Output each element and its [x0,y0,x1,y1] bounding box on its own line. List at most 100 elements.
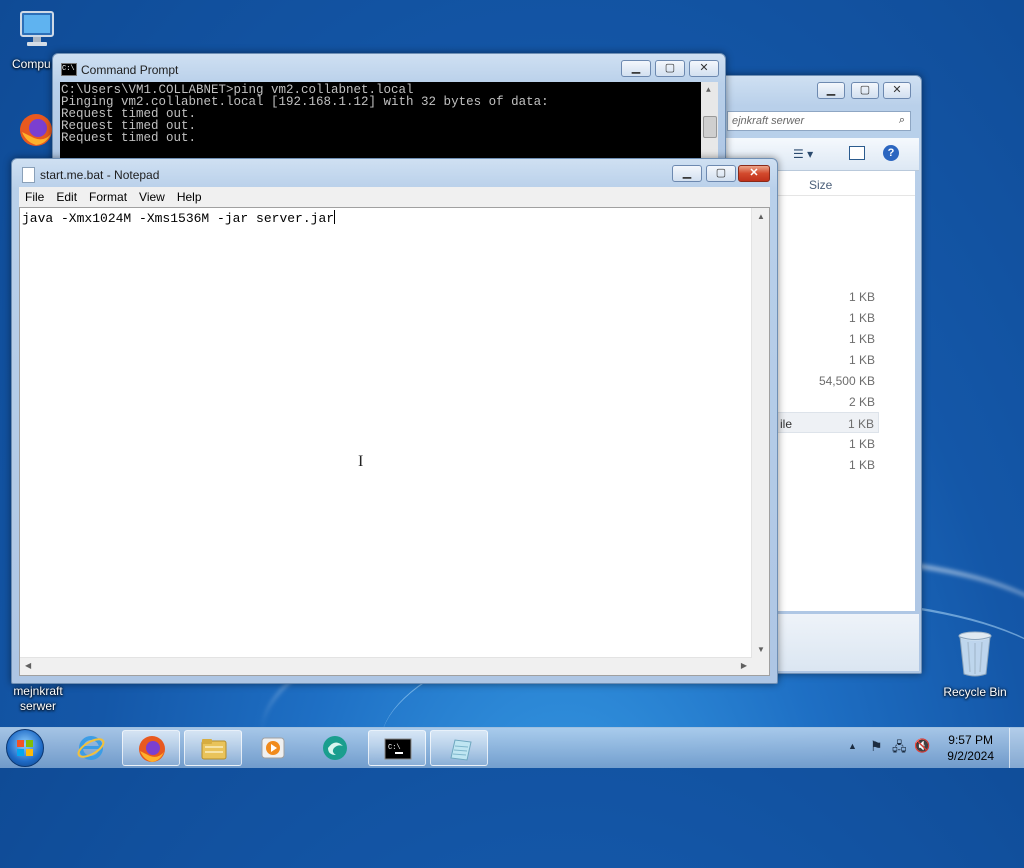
file-size: 1 KB [848,332,875,346]
help-icon[interactable]: ? [883,145,899,161]
file-size: 1 KB [848,353,875,367]
scroll-up-icon[interactable]: ▲ [706,85,711,97]
scroll-up-icon[interactable]: ▲ [757,212,765,221]
desktop-icon-label: Recycle Bin [943,685,1007,699]
minimize-button[interactable]: ▁ [621,60,651,77]
text-caret [334,210,336,224]
command-prompt-window[interactable]: C:\ Command Prompt ▁ ▢ ✕ C:\Users\VM1.CO… [52,53,726,165]
search-icon[interactable]: ⌕ [899,114,905,127]
taskbar-media-player[interactable] [244,730,302,766]
network-icon[interactable]: 🖧 [892,738,907,760]
internet-explorer-icon [77,736,105,760]
scroll-down-icon[interactable]: ▼ [757,645,765,654]
close-icon: ✕ [892,84,902,96]
file-row[interactable]: 1 KB [775,454,879,475]
app-icon [323,736,347,760]
close-icon: ✕ [699,62,709,74]
search-input[interactable]: ejnkraft serwer ⌕ [727,111,911,131]
start-button[interactable] [6,729,44,767]
taskbar-command-prompt[interactable]: C:\ [368,730,426,766]
minimize-icon: ▁ [631,62,641,74]
firefox-icon [139,736,165,762]
vertical-scrollbar[interactable]: ▲ ▼ [751,208,769,658]
scroll-right-icon[interactable]: ▶ [741,661,747,670]
file-row[interactable]: 1 KB [775,328,879,349]
scroll-left-icon[interactable]: ◀ [25,661,31,670]
clock-date: 9/2/2024 [947,749,994,763]
file-row[interactable]: 54,500 KB [775,370,879,391]
desktop-icon-mejnkraft-serwer[interactable]: mejnkraft serwer [1,682,75,714]
desktop-icon-recycle-bin[interactable]: Recycle Bin [938,628,1012,700]
action-center-flag-icon[interactable]: ⚑ [870,738,883,755]
menu-view[interactable]: View [133,187,171,204]
minimize-icon: ▁ [682,167,692,179]
editor-text: java -Xmx1024M -Xms1536M -jar server.jar [22,211,335,226]
close-button[interactable]: ✕ [689,60,719,77]
explorer-titlebar[interactable]: ▁ ▢ ✕ [721,76,921,104]
file-size: 1 KB [848,311,875,325]
taskbar-explorer[interactable] [184,730,242,766]
file-size: 1 KB [848,290,875,304]
preview-pane-icon[interactable] [849,146,865,160]
minimize-button[interactable]: ▁ [672,165,702,182]
file-row[interactable]: 2 KB [775,391,879,412]
scroll-thumb[interactable] [703,116,717,138]
menu-file[interactable]: File [19,187,50,204]
text-editor[interactable]: java -Xmx1024M -Xms1536M -jar server.jar… [19,207,770,676]
file-size: 1 KB [847,417,874,431]
show-desktop-button[interactable] [1009,728,1024,768]
file-size: 1 KB [848,437,875,451]
console-scrollbar[interactable]: ▲ [701,82,718,164]
console-line: Request timed out. [61,131,197,145]
maximize-icon: ▢ [664,62,676,74]
firefox-icon [20,114,52,146]
size-column-header[interactable]: Size [809,178,832,192]
editor-content[interactable]: java -Xmx1024M -Xms1536M -jar server.jar [22,210,336,226]
notepad-app-icon [22,167,35,183]
maximize-button[interactable]: ▢ [706,165,736,182]
notepad-window[interactable]: start.me.bat - Notepad ▁ ▢ ✕ File Edit For… [11,158,778,684]
file-row[interactable]: 1 KB [775,349,879,370]
maximize-button[interactable]: ▢ [655,60,685,77]
file-size: 2 KB [848,395,875,409]
menu-edit[interactable]: Edit [50,187,83,204]
taskbar-notepad[interactable] [430,730,488,766]
notepad-icon [450,739,472,761]
clock[interactable]: 9:57 PM 9/2/2024 [947,732,994,764]
maximize-icon: ▢ [715,167,727,179]
file-row[interactable]: 1 KB [775,286,879,307]
folder-icon [201,739,227,760]
close-button[interactable]: ✕ [883,82,911,99]
console-output[interactable]: C:\Users\VM1.COLLABNET>ping vm2.collabne… [60,82,718,164]
horizontal-scrollbar[interactable]: ◀ ▶ [20,657,752,675]
menu-help[interactable]: Help [171,187,208,204]
minimize-button[interactable]: ▁ [817,82,845,99]
media-player-icon [261,737,285,759]
maximize-button[interactable]: ▢ [851,82,879,99]
file-row[interactable]: 1 KB [775,307,879,328]
search-placeholder: ejnkraft serwer [732,115,805,127]
notepad-titlebar[interactable]: start.me.bat - Notepad ▁ ▢ ✕ [12,159,777,187]
system-tray: ▲ ⚑ 🖧 🔇 9:57 PM 9/2/2024 [824,728,1024,768]
file-row[interactable]: 1 KB [775,433,879,454]
file-type: ile [780,417,793,431]
cmd-titlebar[interactable]: C:\ Command Prompt ▁ ▢ ✕ [53,54,725,82]
file-size: 54,500 KB [818,374,875,388]
volume-muted-icon[interactable]: 🔇 [914,738,930,754]
taskbar-firefox[interactable] [122,730,180,766]
show-hidden-icons-icon[interactable]: ▲ [848,741,857,751]
file-size: 1 KB [848,458,875,472]
close-button[interactable]: ✕ [738,165,770,182]
view-options-icon[interactable]: ☰ ▾ [793,147,813,161]
taskbar: C:\ ▲ ⚑ 🖧 🔇 9:57 PM 9/2/2024 [0,727,1024,768]
file-row-selected[interactable]: ile 1 KB [775,412,879,433]
menu-format[interactable]: Format [83,187,133,204]
close-icon: ✕ [749,167,759,179]
svg-text:C:\: C:\ [388,744,401,752]
taskbar-app[interactable] [306,730,364,766]
windows-logo-icon [17,740,33,756]
clock-time: 9:57 PM [948,733,993,747]
firefox-desktop-icon[interactable] [16,112,56,152]
scrollbar-corner [752,658,769,675]
taskbar-internet-explorer[interactable] [62,730,120,766]
